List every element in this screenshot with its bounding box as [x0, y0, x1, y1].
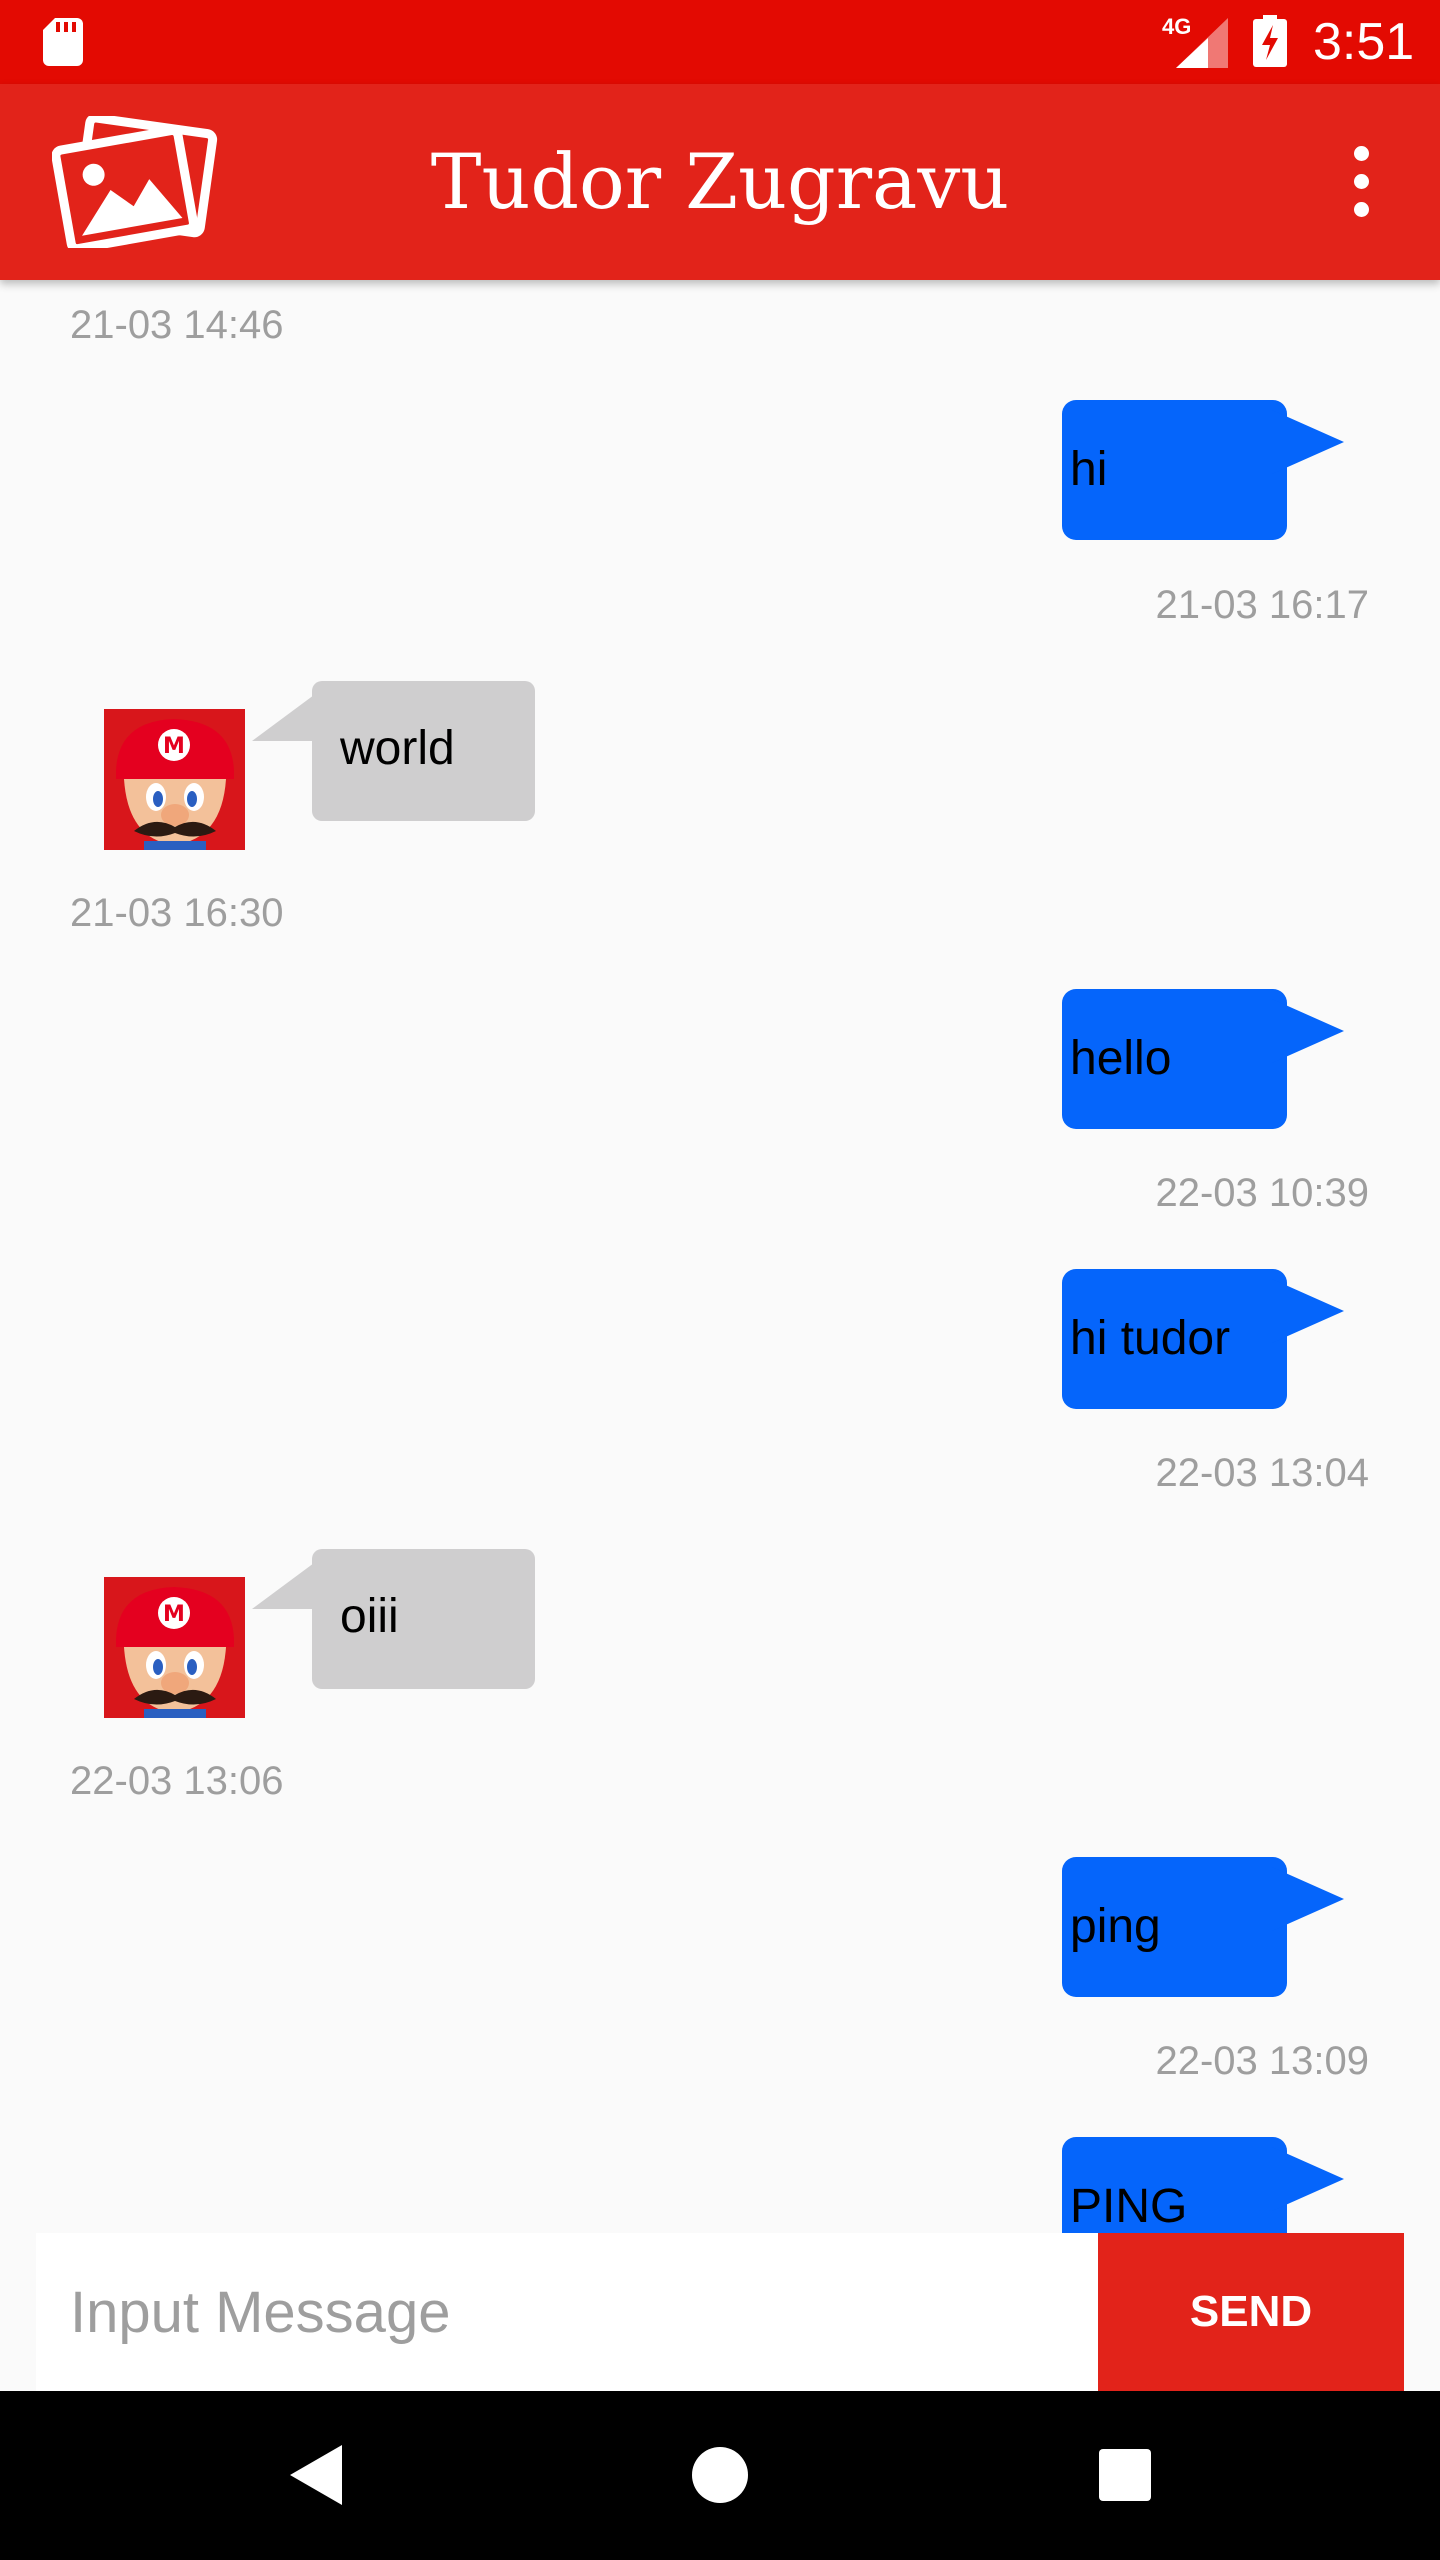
bubble-tail [252, 695, 314, 741]
outgoing-message-bubble[interactable]: hi [1062, 400, 1344, 540]
sd-card-icon [43, 18, 83, 66]
message-text: PING [1070, 2180, 1188, 2233]
bubble-tail [1272, 2147, 1344, 2211]
message-input[interactable] [36, 2233, 1098, 2391]
message-list[interactable]: 21-03 14:46 hi 21-03 16:17 M world 21-03… [0, 280, 1440, 2235]
navigation-bar [0, 2391, 1440, 2560]
status-bar: 4G 3:51 [0, 0, 1440, 84]
gallery-icon[interactable] [52, 116, 218, 248]
incoming-message-bubble[interactable]: world [252, 681, 535, 821]
message-text: world [340, 722, 455, 775]
svg-text:M: M [163, 734, 185, 759]
back-icon[interactable] [290, 2445, 342, 2505]
message-timestamp: 21-03 14:46 [70, 303, 284, 347]
mario-avatar: M [104, 709, 245, 850]
outgoing-message-bubble[interactable]: hi tudor [1062, 1269, 1344, 1409]
incoming-message-bubble[interactable]: oiii [252, 1549, 535, 1689]
outgoing-message-bubble[interactable]: ping [1062, 1857, 1344, 1997]
message-timestamp: 22-03 13:06 [70, 1759, 284, 1803]
message-timestamp: 21-03 16:30 [70, 891, 284, 935]
message-timestamp: 21-03 16:17 [1155, 583, 1369, 627]
message-text: hi [1070, 443, 1108, 496]
signal-icon [1176, 18, 1228, 68]
message-text: ping [1070, 1900, 1161, 1953]
mario-avatar: M [104, 1577, 245, 1718]
recents-icon[interactable] [1099, 2449, 1151, 2501]
bubble-tail [1272, 1279, 1344, 1343]
status-time: 3:51 [1313, 13, 1415, 71]
outgoing-message-bubble[interactable]: hello [1062, 989, 1344, 1129]
svg-text:M: M [163, 1602, 185, 1627]
overflow-menu-icon[interactable] [1342, 146, 1382, 218]
send-button[interactable]: SEND [1098, 2233, 1404, 2391]
message-text: hi tudor [1070, 1312, 1231, 1365]
bubble-tail [1272, 1867, 1344, 1931]
battery-charging-icon [1253, 15, 1287, 67]
outgoing-message-bubble[interactable]: PING [1062, 2137, 1344, 2235]
message-timestamp: 22-03 13:04 [1155, 1451, 1369, 1495]
bubble-tail [252, 1563, 314, 1609]
message-text: oiii [340, 1590, 399, 1643]
home-icon[interactable] [692, 2447, 748, 2503]
bubble-tail [1272, 410, 1344, 474]
app-bar: Tudor Zugravu [0, 84, 1440, 280]
message-timestamp: 22-03 13:09 [1155, 2039, 1369, 2083]
message-timestamp: 22-03 10:39 [1155, 1171, 1369, 1215]
bubble-tail [1272, 999, 1344, 1063]
message-text: hello [1070, 1032, 1172, 1085]
message-composer: SEND [36, 2233, 1404, 2391]
